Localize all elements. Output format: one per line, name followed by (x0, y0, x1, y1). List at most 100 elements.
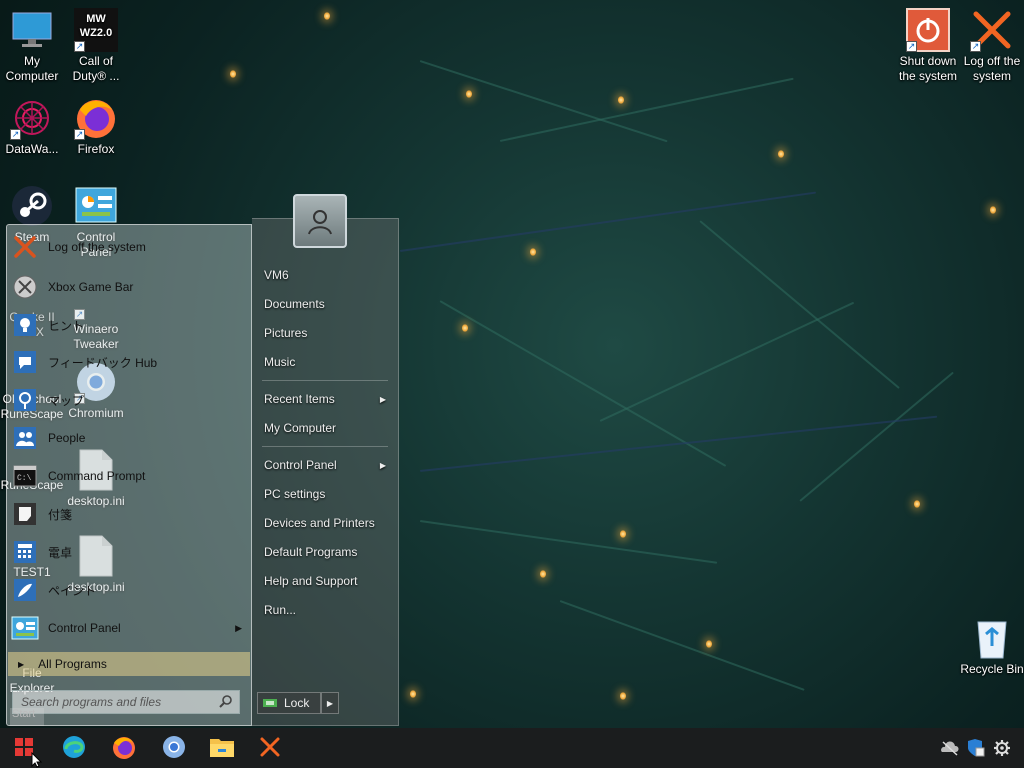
start-right-label: Default Programs (264, 545, 358, 559)
start-item-log-off[interactable]: Log off the system (10, 230, 248, 264)
logoff-icon: ↗ (970, 8, 1014, 52)
submenu-arrow-icon: ▶ (235, 622, 242, 633)
desktop-icon-label: Firefox (77, 142, 115, 156)
start-right-pc-settings[interactable]: PC settings (258, 483, 390, 505)
desktop-icon-label: DataWa... (5, 142, 59, 156)
start-right-label: PC settings (264, 487, 326, 501)
start-item-label: 電卓 (48, 545, 73, 560)
desktop-icon-firefox[interactable]: ↗ Firefox (64, 96, 128, 157)
start-item-label: フィードバック Hub (48, 355, 158, 370)
start-item-label: Command Prompt (48, 469, 146, 483)
logoff-icon (259, 736, 281, 761)
start-item-control-panel[interactable]: Control Panel ▶ (10, 611, 248, 645)
start-right-control-panel[interactable]: Control Panel ▶ (258, 454, 390, 476)
shortcut-arrow-icon: ↗ (74, 129, 85, 140)
cmd-icon: C:\ (10, 461, 40, 491)
recycle-bin-icon (970, 616, 1014, 660)
settings-gear-icon[interactable] (992, 738, 1012, 758)
xbox-icon (10, 272, 40, 302)
people-icon (10, 423, 40, 453)
start-right-user[interactable]: VM6 (258, 264, 390, 286)
submenu-arrow-icon: ▶ (379, 460, 386, 470)
control-panel-icon (10, 613, 40, 643)
maps-icon (10, 385, 40, 415)
start-right-music[interactable]: Music (258, 351, 390, 373)
security-icon[interactable] (965, 738, 985, 758)
start-tooltip: Start (10, 708, 44, 726)
start-item-label: Control Panel (48, 621, 121, 635)
network-off-icon[interactable] (940, 738, 960, 758)
start-item-people[interactable]: People (10, 421, 248, 455)
start-right-label: Documents (264, 297, 325, 311)
power-icon: ↗ (906, 8, 950, 52)
desktop-icon-log-off[interactable]: ↗ Log off the system (960, 8, 1024, 84)
start-right-run[interactable]: Run... (258, 599, 390, 621)
lock-options-button[interactable]: ▶ (321, 692, 339, 714)
start-item-feedback-hub[interactable]: フィードバック Hub (10, 345, 248, 379)
start-item-calculator[interactable]: 電卓 (10, 535, 248, 569)
lock-icon (262, 696, 278, 711)
taskbar-firefox[interactable] (100, 728, 148, 768)
desktop-icon-label: My Computer (5, 54, 59, 83)
desktop-icon-call-of-duty[interactable]: MW WZ2.0 ↗ Call of Duty® ... (64, 8, 128, 84)
taskbar-log-off[interactable] (246, 728, 294, 768)
taskbar-file-explorer[interactable] (198, 728, 246, 768)
start-right-recent-items[interactable]: Recent Items ▶ (258, 388, 390, 410)
start-right-my-computer[interactable]: My Computer (258, 417, 390, 439)
start-item-label: Xbox Game Bar (48, 280, 134, 294)
all-programs-button[interactable]: ▶ All Programs (8, 652, 250, 676)
start-right-label: Pictures (264, 326, 308, 340)
start-item-label: ペイント (48, 583, 97, 598)
start-right-label: Music (264, 355, 296, 369)
taskbar-edge[interactable] (50, 728, 98, 768)
start-search-input[interactable]: Search programs and files (12, 690, 240, 714)
start-item-command-prompt[interactable]: C:\ Command Prompt (10, 459, 248, 493)
folder-icon (209, 736, 235, 761)
desktop-icon-label: Log off the system (963, 54, 1021, 83)
search-placeholder: Search programs and files (21, 695, 162, 709)
start-right-label: Control Panel (264, 458, 337, 472)
edge-icon (61, 734, 87, 763)
start-item-maps[interactable]: マップ (10, 383, 248, 417)
firefox-icon: ↗ (74, 96, 118, 140)
start-right-separator (262, 446, 388, 447)
taskbar-chromium[interactable] (150, 728, 198, 768)
start-right-devices-printers[interactable]: Devices and Printers (258, 512, 390, 534)
start-right-pictures[interactable]: Pictures (258, 322, 390, 344)
shortcut-arrow-icon: ↗ (74, 41, 85, 52)
desktop-icon-my-computer[interactable]: My Computer (0, 8, 64, 84)
start-item-label: People (48, 431, 86, 445)
datawave-icon: ↗ (10, 96, 54, 140)
start-item-sticky-notes[interactable]: 付箋 (10, 497, 248, 531)
start-item-tips[interactable]: ヒント (10, 308, 248, 342)
lock-label: Lock (284, 696, 310, 710)
desktop-icon-label: Shut down the system (898, 54, 958, 83)
user-avatar-icon[interactable] (293, 194, 347, 248)
start-right-default-programs[interactable]: Default Programs (258, 541, 390, 563)
start-item-xbox-game-bar[interactable]: Xbox Game Bar (10, 270, 248, 304)
svg-text:C:\: C:\ (17, 474, 32, 483)
monitor-icon (10, 8, 54, 52)
tips-icon (10, 310, 40, 340)
mouse-cursor-icon (31, 751, 43, 768)
game-mw-wz-icon: MW WZ2.0 ↗ (74, 8, 118, 52)
start-right-label: VM6 (264, 268, 289, 282)
start-right-help-support[interactable]: Help and Support (258, 570, 390, 592)
start-right-documents[interactable]: Documents (258, 293, 390, 315)
lock-button[interactable]: Lock (257, 692, 321, 714)
desktop-icon-datawave[interactable]: ↗ DataWa... (0, 96, 64, 157)
start-item-paint[interactable]: ペイント (10, 573, 248, 607)
start-item-label: 付箋 (48, 507, 73, 522)
desktop-icon-shut-down[interactable]: ↗ Shut down the system (896, 8, 960, 84)
all-programs-arrow-icon: ▶ (18, 659, 25, 669)
desktop-icon-label: Call of Duty® ... (72, 54, 120, 83)
chromium-icon (161, 734, 187, 763)
sticky-notes-icon (10, 499, 40, 529)
search-icon[interactable] (219, 694, 233, 711)
calculator-icon (10, 537, 40, 567)
start-right-label: Run... (264, 603, 297, 617)
start-right-separator (262, 380, 388, 381)
desktop-icon-recycle-bin[interactable]: Recycle Bin (960, 616, 1024, 677)
paint-icon (10, 575, 40, 605)
feedback-icon (10, 347, 40, 377)
